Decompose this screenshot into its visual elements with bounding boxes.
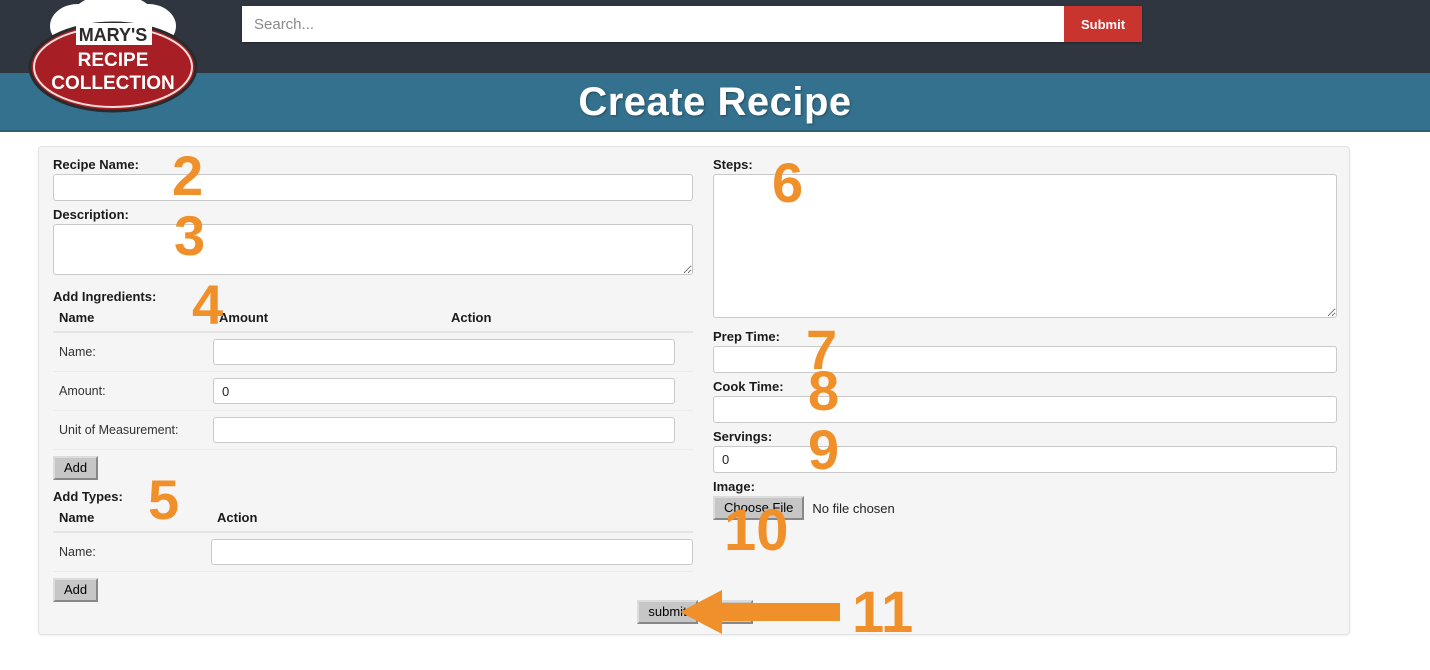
types-table-header-row: Name Action — [53, 506, 693, 533]
ingredients-col-name: Name — [53, 306, 213, 333]
search-input[interactable] — [242, 6, 1064, 42]
form-actions: submit Back — [39, 600, 1351, 624]
cook-time-label: Cook Time: — [713, 379, 784, 394]
type-name-cell — [211, 532, 693, 572]
table-row: Name: — [53, 332, 693, 372]
servings-input[interactable] — [713, 446, 1337, 473]
form-right-column: Steps: Prep Time: Cook Time: Servings: I… — [713, 157, 1337, 520]
recipe-name-input[interactable] — [53, 174, 693, 201]
add-type-button[interactable]: Add — [53, 578, 99, 602]
type-name-label: Name: — [53, 532, 211, 572]
ingredient-name-input[interactable] — [213, 339, 675, 365]
add-types-label: Add Types: — [53, 489, 123, 504]
ingredient-unit-label: Unit of Measurement: — [53, 410, 213, 450]
types-col-name: Name — [53, 506, 211, 533]
steps-label: Steps: — [713, 157, 753, 172]
logo-line-2: RECIPE — [78, 50, 149, 71]
prep-time-input[interactable] — [713, 346, 1337, 373]
ingredient-amount-cell — [213, 371, 693, 411]
add-ingredients-label: Add Ingredients: — [53, 289, 157, 304]
image-file-row: Choose File No file chosen — [713, 496, 1337, 520]
types-col-action: Action — [211, 506, 693, 533]
logo-line-3: COLLECTION — [51, 73, 175, 94]
ingredient-name-cell — [213, 332, 693, 372]
ingredients-col-amount: Amount — [213, 306, 445, 333]
steps-textarea[interactable] — [713, 174, 1337, 318]
form-left-column: Recipe Name: Description: Add Ingredient… — [53, 157, 693, 602]
site-logo[interactable]: MARY'S RECIPE COLLECTION — [16, 0, 210, 118]
add-ingredient-button[interactable]: Add — [53, 456, 99, 480]
ingredient-name-label: Name: — [53, 332, 213, 372]
image-label: Image: — [713, 479, 755, 494]
ingredients-table-header-row: Name Amount Action — [53, 306, 693, 333]
cook-time-input[interactable] — [713, 396, 1337, 423]
table-row: Unit of Measurement: — [53, 410, 693, 450]
page-title-banner: Create Recipe — [0, 73, 1430, 132]
servings-label: Servings: — [713, 429, 773, 444]
table-row: Name: — [53, 532, 693, 572]
search-submit-button[interactable]: Submit — [1064, 6, 1142, 42]
page-title: Create Recipe — [578, 80, 852, 124]
file-chosen-status: No file chosen — [812, 500, 895, 516]
choose-file-button[interactable]: Choose File — [713, 496, 805, 520]
ingredient-unit-cell — [213, 410, 693, 450]
recipe-name-label: Recipe Name: — [53, 157, 139, 172]
create-recipe-form-panel: Recipe Name: Description: Add Ingredient… — [38, 146, 1350, 635]
ingredient-unit-input[interactable] — [213, 417, 675, 443]
search-form: Submit — [242, 6, 1142, 42]
submit-button[interactable]: submit — [637, 600, 698, 624]
ingredient-amount-label: Amount: — [53, 371, 213, 411]
description-textarea[interactable] — [53, 224, 693, 275]
ingredients-table: Name Amount Action Name: Amount: 0 Unit … — [53, 306, 693, 450]
ingredient-amount-input[interactable] — [213, 378, 675, 404]
ingredients-col-action: Action — [445, 306, 693, 333]
top-navigation-bar: Submit — [0, 0, 1430, 73]
types-table: Name Action Name: — [53, 506, 693, 572]
table-row: Amount: — [53, 371, 693, 411]
prep-time-label: Prep Time: — [713, 329, 780, 344]
description-label: Description: — [53, 207, 129, 222]
logo-line-1: MARY'S — [79, 25, 148, 45]
back-button[interactable]: Back — [701, 600, 753, 624]
page-root: Submit Create Recipe MARY'S RECIPE COLLE… — [0, 0, 1430, 670]
type-name-input[interactable] — [211, 539, 693, 565]
